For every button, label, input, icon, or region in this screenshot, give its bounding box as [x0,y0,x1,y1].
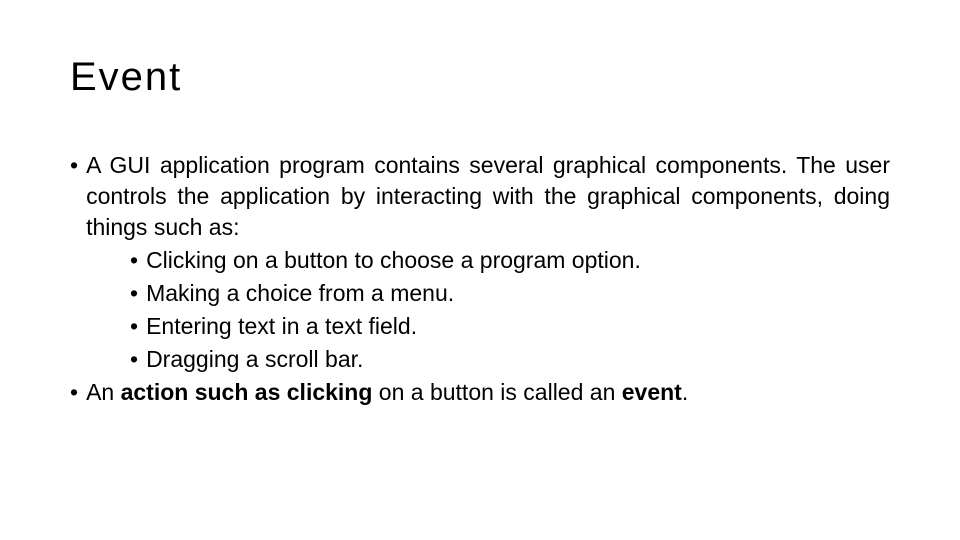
sub-bullet-item: • Making a choice from a menu. [130,278,890,309]
bullet-text: An action such as clicking on a button i… [86,377,890,408]
bold-text: event [622,379,682,405]
bullet-dot: • [130,311,146,342]
bullet-item: • A GUI application program contains sev… [70,150,890,243]
sub-bullet-item: • Entering text in a text field. [130,311,890,342]
sub-bullet-item: • Clicking on a button to choose a progr… [130,245,890,276]
bullet-dot: • [70,150,86,243]
sub-bullet-text: Making a choice from a menu. [146,278,890,309]
text-part: on a button is called an [372,379,621,405]
bullet-text: A GUI application program contains sever… [86,150,890,243]
slide-title: Event [70,55,890,100]
sub-bullet-item: • Dragging a scroll bar. [130,344,890,375]
bullet-dot: • [130,245,146,276]
bullet-dot: • [70,377,86,408]
text-part: . [682,379,688,405]
slide-body: • A GUI application program contains sev… [70,150,890,408]
bold-text: action such as clicking [121,379,373,405]
sub-bullet-text: Clicking on a button to choose a program… [146,245,890,276]
bullet-item: • An action such as clicking on a button… [70,377,890,408]
text-part: An [86,379,121,405]
sub-bullet-text: Entering text in a text field. [146,311,890,342]
sub-list: • Clicking on a button to choose a progr… [70,245,890,375]
sub-bullet-text: Dragging a scroll bar. [146,344,890,375]
bullet-dot: • [130,278,146,309]
bullet-dot: • [130,344,146,375]
